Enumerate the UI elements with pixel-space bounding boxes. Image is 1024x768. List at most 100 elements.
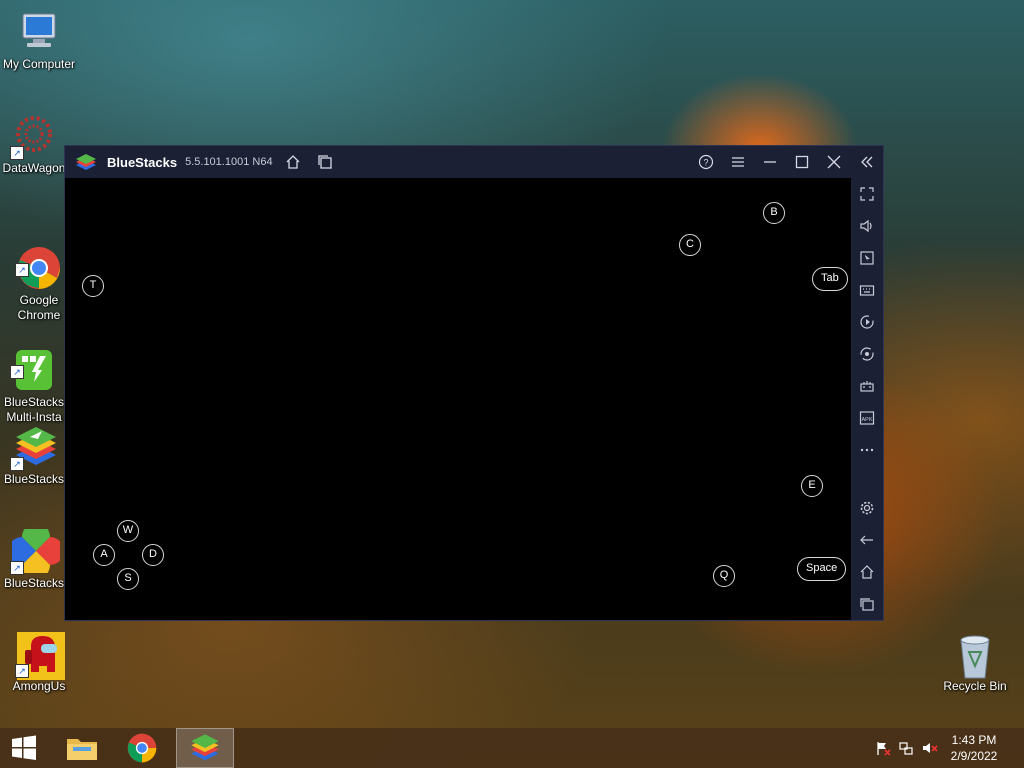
install-apk-button[interactable]: APK	[851, 405, 883, 431]
desktop-icon-recycle-bin[interactable]: Recycle Bin	[935, 632, 1015, 694]
key-q[interactable]: Q	[713, 565, 735, 587]
key-s[interactable]: S	[117, 568, 139, 590]
more-button[interactable]	[851, 437, 883, 463]
settings-button[interactable]	[851, 495, 883, 521]
key-e[interactable]: E	[801, 475, 823, 497]
maximize-icon	[795, 155, 809, 169]
start-icon	[12, 735, 36, 760]
recycle-bin-icon	[953, 632, 997, 679]
back-icon	[860, 535, 873, 545]
maximize-button[interactable]	[787, 146, 817, 178]
desktop-icon-bluestacks[interactable]: ↗ BlueStacks	[0, 425, 74, 487]
window-titlebar[interactable]: BlueStacks 5.5.101.1001 N64 ?	[65, 146, 883, 178]
key-b[interactable]: B	[763, 202, 785, 224]
more-icon	[860, 448, 874, 452]
android-home-button[interactable]	[851, 559, 883, 585]
gamepad-icon	[860, 381, 874, 392]
volume-icon	[860, 219, 872, 233]
right-sidebar: APK	[851, 178, 883, 620]
pointer-icon	[860, 251, 874, 265]
keyboard-controls-button[interactable]	[851, 277, 883, 303]
key-a[interactable]: A	[93, 544, 115, 566]
datawagon-icon: ↗	[10, 114, 56, 160]
back-button[interactable]	[851, 527, 883, 553]
desktop-icon-label: DataWagon	[2, 161, 66, 175]
collapse-sidebar-icon	[861, 156, 873, 168]
minimize-button[interactable]	[755, 146, 785, 178]
key-t[interactable]: T	[82, 275, 104, 297]
shortcut-arrow-icon: ↗	[10, 457, 24, 471]
menu-icon	[732, 157, 744, 167]
desktop-icon-amongus[interactable]: ↗ AmongUs	[0, 632, 79, 694]
svg-text:APK: APK	[861, 417, 872, 423]
key-d[interactable]: D	[142, 544, 164, 566]
taskbar-file-explorer[interactable]	[58, 728, 106, 768]
volume-button[interactable]	[851, 213, 883, 239]
close-button[interactable]	[819, 146, 849, 178]
recent-apps-icon	[860, 598, 874, 611]
network-icon[interactable]	[894, 740, 918, 756]
volume-muted-icon[interactable]	[918, 740, 942, 756]
bluestacks-window[interactable]: BlueStacks 5.5.101.1001 N64 ? B C Tab T …	[64, 145, 884, 621]
desktop-icon-my-computer[interactable]: My Computer	[0, 10, 79, 72]
android-screen[interactable]: B C Tab T E W A D S Q Space	[65, 178, 851, 620]
fullscreen-button[interactable]	[851, 181, 883, 207]
home-icon	[860, 565, 874, 579]
taskbar-chrome[interactable]	[118, 728, 166, 768]
shortcut-arrow-icon: ↗	[15, 664, 29, 678]
rotate-button[interactable]	[851, 341, 883, 367]
pointer-button[interactable]	[851, 245, 883, 271]
desktop-icon-label: BlueStacks Multi-Insta	[3, 395, 65, 424]
settings-icon	[860, 501, 874, 515]
desktop-icon-datawagon[interactable]: ↗ DataWagon	[0, 114, 74, 176]
taskbar-bluestacks[interactable]	[176, 728, 234, 768]
window-title: BlueStacks	[107, 154, 178, 170]
desktop-icon-label: BlueStacks	[3, 472, 65, 486]
home-icon	[286, 155, 300, 169]
desktop-icon-label: AmongUs	[12, 679, 66, 693]
clock-time: 1:43 PM	[951, 733, 997, 747]
key-tab[interactable]: Tab	[812, 267, 848, 291]
chrome-icon: ↗	[15, 231, 61, 289]
rotate-icon	[860, 347, 874, 361]
desktop-icon-label: Recycle Bin	[943, 679, 1007, 693]
multi-instance-icon	[318, 155, 332, 169]
close-icon	[827, 155, 841, 169]
taskbar: 1:43 PM 2/9/2022	[0, 728, 1024, 768]
action-center-flag-icon[interactable]	[872, 740, 894, 756]
minimize-icon	[764, 161, 776, 163]
menu-button[interactable]	[723, 146, 753, 178]
shortcut-arrow-icon: ↗	[10, 146, 24, 160]
home-button[interactable]	[278, 146, 308, 178]
bluestacks-icon: ↗	[10, 425, 56, 471]
clock-date: 2/9/2022	[950, 749, 998, 763]
recent-apps-button[interactable]	[851, 591, 883, 617]
clock[interactable]: 1:43 PM 2/9/2022	[944, 732, 1004, 764]
system-tray	[872, 728, 942, 768]
collapse-sidebar-button[interactable]	[852, 146, 882, 178]
window-version: 5.5.101.1001 N64	[185, 156, 273, 168]
svg-text:?: ?	[703, 158, 708, 168]
desktop-icon-bluestacks-x[interactable]: ↗ BlueStacks	[0, 523, 74, 591]
desktop-icon-bluestacks-multi-instance[interactable]: ↗ BlueStacks Multi-Insta	[0, 318, 74, 440]
amongus-icon: ↗	[15, 632, 65, 680]
help-button[interactable]: ?	[691, 146, 721, 178]
key-space[interactable]: Space	[797, 557, 847, 581]
chrome-icon	[127, 733, 157, 763]
apk-icon: APK	[859, 411, 875, 425]
macro-button[interactable]	[851, 309, 883, 335]
fullscreen-icon	[860, 187, 874, 201]
multi-instance-button[interactable]	[310, 146, 340, 178]
key-c[interactable]: C	[679, 234, 701, 256]
computer-icon	[17, 10, 61, 54]
shortcut-arrow-icon: ↗	[10, 365, 24, 379]
macro-icon	[860, 315, 874, 329]
bluestacks-icon	[191, 734, 219, 761]
start-button[interactable]	[0, 728, 48, 768]
shortcut-arrow-icon: ↗	[15, 263, 29, 277]
key-w[interactable]: W	[117, 520, 139, 542]
shortcut-arrow-icon: ↗	[10, 561, 24, 575]
desktop-icon-label: My Computer	[2, 57, 76, 71]
bluestacks-multi-instance-icon: ↗	[10, 333, 56, 390]
gamepad-button[interactable]	[851, 373, 883, 399]
